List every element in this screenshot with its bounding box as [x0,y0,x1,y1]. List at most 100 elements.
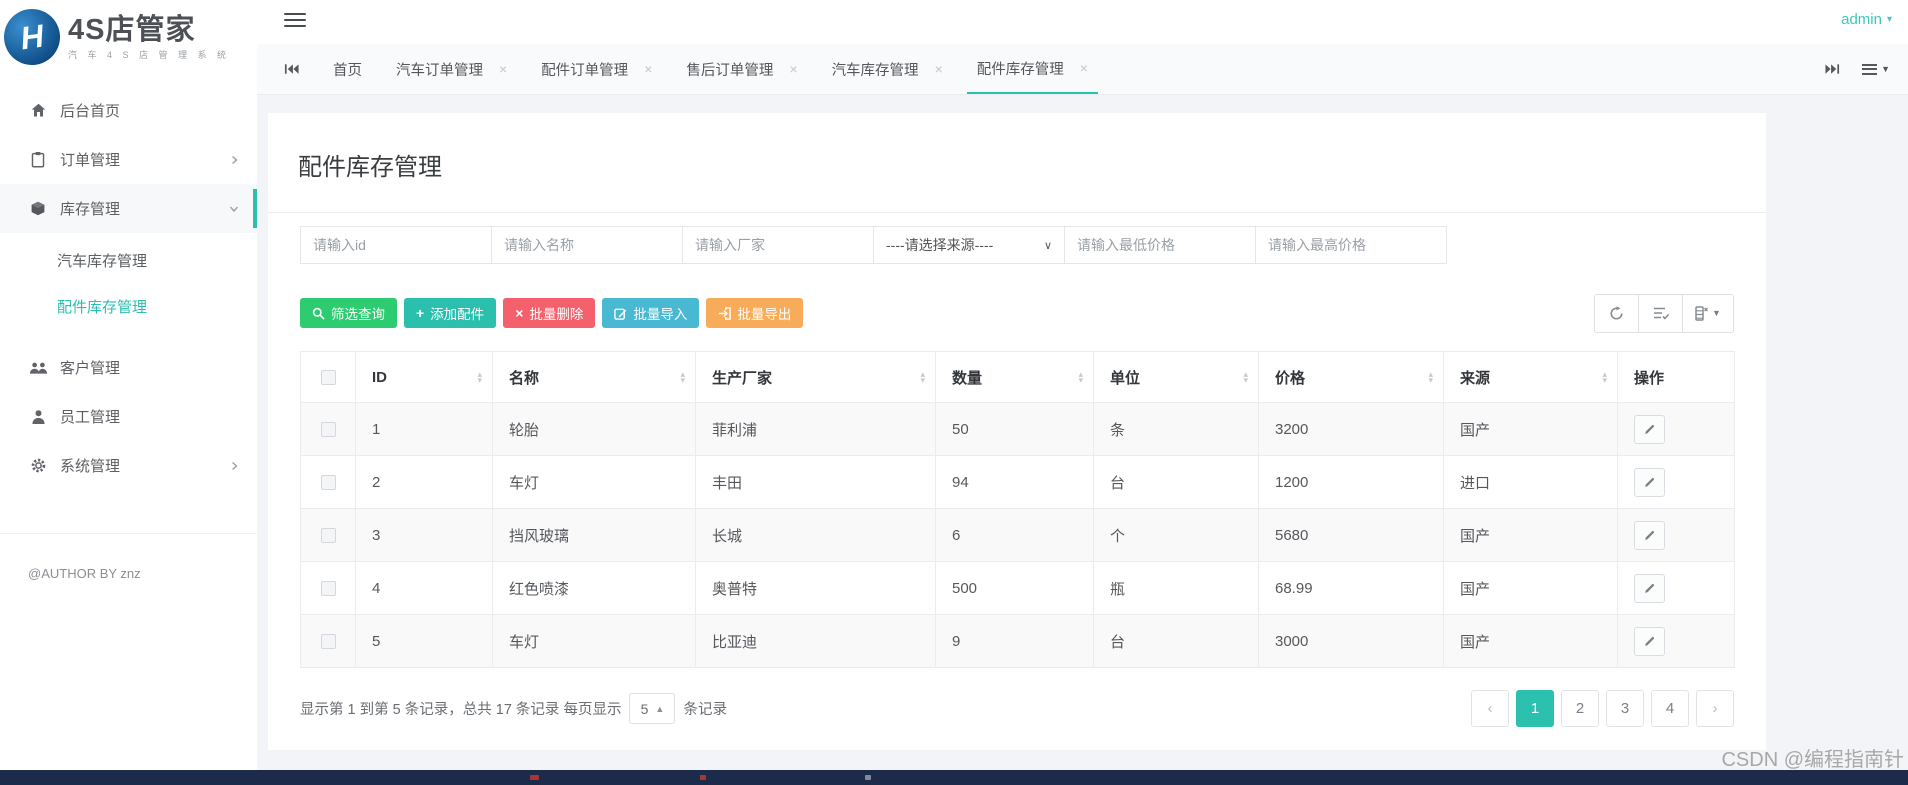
sidebar-item-system[interactable]: 系统管理 [0,441,257,490]
tab-parts-inventory[interactable]: 配件库存管理 × [966,44,1098,94]
chevron-down-icon [229,204,239,213]
filter-factory-input[interactable] [682,226,874,264]
page-button[interactable]: 1 [1516,690,1554,727]
tabs-scroll-right-icon[interactable] [1825,63,1840,75]
page-size-select[interactable]: 5 ▲ [629,693,676,724]
next-page-button[interactable]: › [1696,690,1734,727]
sort-icon: ▴ ▾ [1602,369,1607,385]
column-header-unit[interactable]: 单位 ▴ ▾ [1093,351,1259,403]
sidebar-item-orders[interactable]: 订单管理 [0,135,257,184]
batch-export-button[interactable]: 批量导出 [706,298,804,328]
select-all-checkbox[interactable] [320,370,336,386]
button-label: 批量导入 [633,307,688,322]
filter-min-price-input[interactable] [1064,226,1256,264]
close-icon[interactable]: × [644,61,652,77]
tab-parts-orders[interactable]: 配件订单管理 × [531,44,662,94]
app-window: H 4S店管家 汽 车 4 S 店 管 理 系 统 后台首页 订单管理 库存管理… [0,0,1908,785]
caret-down-icon: ▾ [1886,14,1892,25]
brand-logo: H 4S店管家 汽 车 4 S 店 管 理 系 统 [0,0,257,72]
tab-car-inventory[interactable]: 汽车库存管理 × [822,44,953,94]
sidebar-item-dashboard[interactable]: 后台首页 [0,86,257,135]
sort-icon: ▴ ▾ [477,369,482,385]
user-menu[interactable]: admin ▾ [1841,11,1892,28]
column-label: 操作 [1634,369,1665,387]
tab-home[interactable]: 首页 [323,44,372,94]
row-checkbox[interactable] [320,422,336,438]
cell-unit: 台 [1093,614,1259,668]
tab-car-orders[interactable]: 汽车订单管理 × [386,44,517,94]
edit-button[interactable] [1634,626,1665,656]
row-checkbox[interactable] [320,634,336,650]
sidebar-item-customers[interactable]: 客户管理 [0,343,257,392]
column-header-price[interactable]: 价格 ▴ ▾ [1258,351,1444,403]
columns-button[interactable]: ▼ [1682,293,1734,333]
row-checkbox[interactable] [320,528,336,544]
filter-id-input[interactable] [300,226,492,264]
close-icon[interactable]: × [789,61,797,77]
tab-label: 首页 [333,62,362,79]
column-header-quantity[interactable]: 数量 ▴ ▾ [935,351,1094,403]
add-part-button[interactable]: + 添加配件 [404,298,497,328]
prev-page-button[interactable]: ‹ [1471,690,1509,727]
chevron-right-icon [230,155,239,165]
cell-id: 2 [355,455,493,509]
column-header-source[interactable]: 来源 ▴ ▾ [1443,351,1618,403]
column-header-id[interactable]: ID ▴ ▾ [355,351,493,403]
filter-query-button[interactable]: 筛选查询 [300,298,397,328]
close-icon[interactable]: × [1080,60,1088,76]
page-button[interactable]: 3 [1606,690,1644,727]
edit-button[interactable] [1634,520,1665,550]
edit-button[interactable] [1634,467,1665,497]
page-title: 配件库存管理 [298,154,442,181]
sidebar-item-label: 系统管理 [60,458,121,475]
edit-button[interactable] [1634,414,1665,444]
sidebar-item-employees[interactable]: 员工管理 [0,392,257,441]
cell-id: 5 [355,614,493,668]
batch-delete-button[interactable]: × 批量删除 [503,298,596,328]
close-icon[interactable]: × [499,61,507,77]
row-checkbox[interactable] [320,475,336,491]
column-label: 单位 [1110,369,1141,387]
sort-icon: ▴ ▾ [920,369,925,385]
cell-factory: 菲利浦 [695,402,936,456]
sidebar-item-label: 库存管理 [60,201,121,218]
batch-import-button[interactable]: 批量导入 [602,298,700,328]
filter-source-select[interactable]: ----请选择来源---- ∨ [873,226,1065,264]
tabs-options-icon[interactable]: ▼ [1862,61,1890,77]
sidebar-subitem-parts-inventory[interactable]: 配件库存管理 [0,285,257,331]
cell-factory: 比亚迪 [695,614,936,668]
sort-icon: ▴ ▾ [1428,369,1433,385]
sidebar-toggle-icon[interactable] [284,13,306,31]
button-label: 添加配件 [430,307,485,322]
column-header-actions: 操作 [1617,351,1735,403]
button-label: 批量删除 [529,307,584,322]
column-header-factory[interactable]: 生产厂家 ▴ ▾ [695,351,936,403]
filter-max-price-input[interactable] [1255,226,1447,264]
cell-unit: 台 [1093,455,1259,509]
sidebar-subitem-car-inventory[interactable]: 汽车库存管理 [0,239,257,285]
button-label: 筛选查询 [331,307,385,322]
sidebar-footer-author: @AUTHOR BY znz [0,533,257,581]
tab-aftersales-orders[interactable]: 售后订单管理 × [676,44,807,94]
table-row: 2 车灯 丰田 94 台 1200 进口 [300,455,1735,509]
brand-logo-icon: H [0,5,64,69]
refresh-button[interactable] [1594,293,1639,333]
close-icon[interactable]: × [935,61,943,77]
tab-label: 售后订单管理 [686,62,774,79]
column-header-name[interactable]: 名称 ▴ ▾ [492,351,696,403]
tabs-scroll-left-icon[interactable] [284,63,299,75]
button-label: 批量导出 [737,307,792,322]
page-button[interactable]: 2 [1561,690,1599,727]
row-checkbox[interactable] [320,581,336,597]
filter-name-input[interactable] [491,226,683,264]
sidebar-item-inventory[interactable]: 库存管理 [0,184,257,233]
cell-name: 车灯 [492,455,696,509]
chevron-down-icon: ∨ [1043,239,1052,252]
parts-table: ID ▴ ▾ 名称 ▴ ▾ 生产厂家 ▴ ▾ 数量 ▴ ▾ 单位 ▴ ▾ 价格 ▴ ▾ 来源 ▴ ▾ 操作 … [300,351,1735,668]
page-button[interactable]: 4 [1651,690,1689,727]
edit-button[interactable] [1634,573,1665,603]
gear-icon [28,457,48,474]
cell-quantity: 6 [935,508,1094,562]
toggle-view-button[interactable] [1638,293,1683,333]
column-label: 生产厂家 [712,369,773,387]
